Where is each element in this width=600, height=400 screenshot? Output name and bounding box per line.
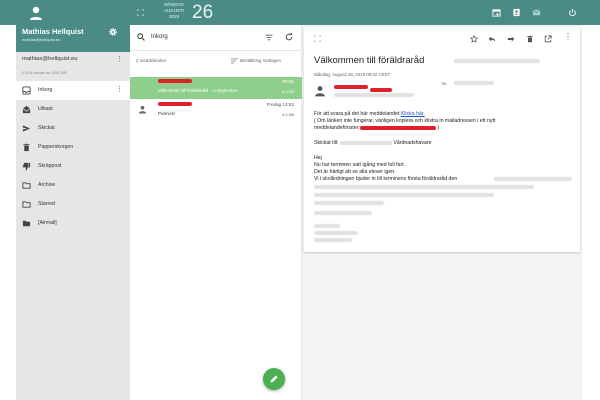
message-date: Måndag, Augusti 26, 2019 09:02 CEST: [314, 72, 391, 77]
inbox-icon: [22, 86, 31, 95]
message-subject: Välkommen till föräldraråd …e september: [158, 88, 238, 93]
trash-icon[interactable]: [526, 35, 534, 43]
mail-icon[interactable]: [532, 8, 541, 17]
message-date: Fredag 13:52: [266, 102, 294, 107]
folder-icon: [22, 182, 31, 189]
redacted-address: [359, 125, 436, 130]
redacted-sender: [158, 79, 192, 83]
folder-filled-icon: [22, 220, 31, 227]
avatar-icon: [30, 6, 42, 20]
open-external-icon[interactable]: [544, 35, 552, 43]
more-menu-icon[interactable]: ⋮: [564, 32, 572, 41]
message-size: 4.2 KB: [281, 89, 294, 94]
power-icon[interactable]: [568, 8, 577, 17]
body-greeting: Hej: [314, 155, 322, 161]
filter-icon[interactable]: [265, 34, 273, 41]
redacted-sender: [334, 85, 368, 89]
body-text: Vi i skolledningen bjuder in till termin…: [314, 176, 458, 182]
body-instruction-2: meddelandefönster: ): [314, 125, 440, 131]
redacted-sender: [370, 88, 392, 92]
message-size: 4.2 KB: [281, 112, 294, 117]
message-list: Inkorg 2 meddelanden Beställning mottage…: [130, 25, 302, 400]
sent-to-line: Skickat till: Vårdnadshavare: [314, 140, 432, 146]
refresh-icon[interactable]: [285, 33, 293, 41]
body-text: Nu har terminen satt igång med full fart…: [314, 162, 406, 168]
redacted-text: [314, 185, 534, 189]
list-item[interactable]: Välkommen till föräldraråd …e september …: [130, 77, 302, 99]
account-menu-icon[interactable]: ⋮: [116, 55, 123, 63]
fullscreen-icon[interactable]: [314, 35, 321, 42]
search-input[interactable]: Inkorg: [151, 34, 168, 40]
thumbs-down-icon: [22, 162, 31, 171]
pencil-icon: [270, 375, 278, 383]
redacted-text: [314, 224, 340, 228]
calendar-icon[interactable]: [492, 8, 501, 17]
sort-icon[interactable]: [231, 58, 238, 64]
right-gutter: [582, 25, 600, 400]
date-weekday-month: MÅNDAG AUGUSTI 2019: [163, 2, 184, 19]
sidebar-item-airmail[interactable]: [Airmail]: [16, 214, 130, 233]
redacted-text: [314, 211, 372, 215]
redacted-text: [314, 231, 358, 235]
redacted-recipient: [334, 93, 414, 97]
sidebar-item-trash[interactable]: Papperskorgen: [16, 138, 130, 157]
date-day: 26: [192, 2, 214, 23]
sidebar-item-sent[interactable]: Skickat: [16, 119, 130, 138]
redacted-text: [314, 201, 384, 205]
user-email: mathias@hellquist.eu: [22, 37, 61, 42]
message-subject: Picknick!: [158, 111, 175, 116]
sort-order[interactable]: Beställning mottagen: [240, 58, 281, 63]
message-view: ⋮ Välkommen till föräldraråd Måndag, Aug…: [304, 27, 580, 252]
body-instruction: ( Om länken inte fungerar, vänligen kopi…: [314, 118, 496, 124]
account-address[interactable]: mathias@hellquist.eu: [22, 56, 78, 62]
search-icon[interactable]: [137, 33, 145, 41]
compose-button[interactable]: [263, 368, 285, 390]
list-divider: [130, 50, 302, 51]
redacted-recipient: [454, 81, 494, 85]
folder-icon: [22, 201, 31, 208]
forward-icon[interactable]: [507, 35, 515, 43]
to-label: Till:: [441, 81, 448, 86]
quota-text: 0.41% använt av 1000 MB: [22, 71, 67, 75]
contacts-icon[interactable]: [512, 8, 521, 17]
account-header: Mathias Hellquist mathias@hellquist.eu: [16, 0, 130, 52]
body-reply-line: För att svara på det här meddelandet Kli…: [314, 111, 425, 117]
redacted-sender: [158, 102, 192, 106]
redacted-recipient: [339, 140, 392, 145]
redacted-text: [314, 193, 494, 197]
gear-icon[interactable]: [108, 27, 118, 37]
folder-menu-icon[interactable]: ⋮: [116, 85, 123, 93]
fullscreen-icon[interactable]: [137, 9, 144, 16]
reply-link[interactable]: Klicka här.: [401, 111, 425, 117]
sidebar-item-archive[interactable]: Archive: [16, 176, 130, 195]
person-icon: [315, 86, 325, 97]
mail-app: MÅNDAG AUGUSTI 2019 26 Mathias Hellquist…: [0, 0, 600, 400]
sidebar-item-inbox[interactable]: Inkorg ⋮: [16, 81, 130, 100]
sidebar-item-spam[interactable]: Skräppost: [16, 157, 130, 176]
send-icon: [22, 125, 31, 132]
redacted-text: [314, 238, 352, 242]
list-item[interactable]: Picknick! Fredag 13:52 4.2 KB: [130, 100, 302, 122]
body-text: Det är härligt att se alla elever igen.: [314, 169, 396, 175]
trash-icon: [23, 143, 30, 152]
user-name: Mathias Hellquist: [22, 27, 84, 36]
star-icon[interactable]: [470, 35, 478, 43]
person-icon: [138, 105, 147, 114]
message-date: 09:02: [282, 79, 295, 84]
sidebar: mathias@hellquist.eu ⋮ 0.41% använt av 1…: [16, 52, 130, 400]
reply-icon[interactable]: [488, 35, 496, 43]
drafts-icon: [22, 105, 31, 114]
sidebar-item-drafts[interactable]: Utkast: [16, 100, 130, 119]
sidebar-item-starred[interactable]: Starred: [16, 195, 130, 214]
message-title: Välkommen till föräldraråd: [314, 55, 425, 66]
message-count: 2 meddelanden: [136, 58, 167, 63]
redacted-title-part: [454, 59, 540, 63]
redacted-text: [494, 177, 572, 181]
